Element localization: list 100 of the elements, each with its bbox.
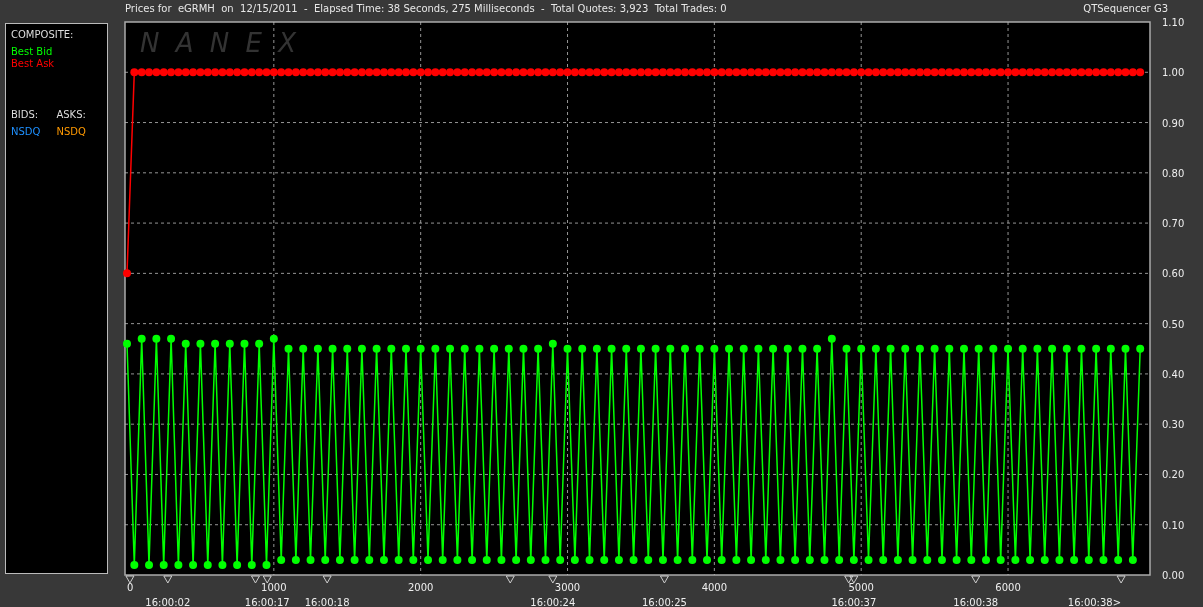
- data-point: [820, 68, 829, 77]
- data-point: [1070, 68, 1079, 77]
- data-point: [945, 344, 954, 353]
- data-point: [622, 344, 631, 353]
- data-point: [857, 344, 866, 353]
- data-point: [930, 68, 939, 77]
- data-point: [754, 68, 763, 77]
- x-tick-label: 4000: [701, 582, 728, 593]
- data-point: [937, 68, 946, 77]
- data-point: [578, 344, 587, 353]
- data-point: [181, 68, 190, 77]
- x-tick-label: 1000: [261, 582, 287, 593]
- data-point: [658, 555, 667, 564]
- data-point: [203, 560, 212, 569]
- data-point: [791, 68, 800, 77]
- data-point: [123, 339, 131, 348]
- data-point: [1114, 555, 1123, 564]
- data-point: [269, 334, 278, 343]
- data-point: [306, 68, 315, 77]
- time-marker-icon: [322, 575, 332, 584]
- data-point: [1077, 68, 1086, 77]
- legend-heading: BIDS:: [11, 109, 40, 120]
- data-point: [145, 560, 154, 569]
- y-tick-label: 0.20: [1162, 469, 1185, 481]
- data-point: [1136, 68, 1145, 77]
- data-point: [255, 339, 264, 348]
- data-point: [717, 555, 726, 564]
- data-point: [651, 68, 660, 77]
- data-point: [849, 68, 858, 77]
- y-tick-label: 1.10: [1162, 17, 1185, 28]
- data-point: [556, 68, 565, 77]
- data-point: [1092, 344, 1101, 353]
- data-point: [1018, 344, 1027, 353]
- data-point: [570, 68, 579, 77]
- data-point: [534, 344, 543, 353]
- legend-entry: Best Bid: [11, 46, 54, 57]
- data-point: [291, 68, 300, 77]
- data-point: [541, 555, 550, 564]
- data-point: [666, 344, 675, 353]
- data-point: [196, 68, 205, 77]
- legend-entry: NSDQ: [11, 126, 41, 137]
- data-point: [167, 68, 176, 77]
- data-point: [864, 555, 873, 564]
- data-point: [1062, 68, 1071, 77]
- data-point: [431, 344, 440, 353]
- data-point: [585, 555, 594, 564]
- data-point: [783, 344, 792, 353]
- data-point: [600, 68, 609, 77]
- data-point: [842, 68, 851, 77]
- data-point: [732, 68, 741, 77]
- data-point: [1128, 555, 1137, 564]
- time-marker-icon: [262, 575, 272, 584]
- data-point: [357, 344, 366, 353]
- data-point: [952, 555, 961, 564]
- data-point: [402, 344, 410, 353]
- data-point: [416, 68, 425, 77]
- data-point: [196, 339, 205, 348]
- data-point: [365, 68, 374, 77]
- data-point: [130, 68, 139, 77]
- data-point: [827, 334, 836, 343]
- data-point: [578, 68, 587, 77]
- data-point: [284, 68, 293, 77]
- data-point: [732, 555, 741, 564]
- data-point: [967, 555, 976, 564]
- data-point: [218, 560, 227, 569]
- data-point: [945, 68, 954, 77]
- time-label: 16:00:17: [244, 597, 290, 607]
- data-point: [306, 555, 315, 564]
- data-point: [798, 344, 807, 353]
- data-point: [211, 339, 220, 348]
- x-tick-label: 5000: [848, 582, 874, 593]
- data-point: [453, 68, 462, 77]
- data-point: [651, 344, 660, 353]
- data-point: [908, 68, 917, 77]
- data-point: [893, 68, 902, 77]
- data-point: [284, 344, 293, 353]
- data-point: [534, 68, 543, 77]
- data-point: [960, 344, 968, 353]
- legend-heading: ASKS:: [56, 109, 86, 120]
- data-point: [1136, 344, 1145, 353]
- data-point: [1026, 68, 1035, 77]
- data-point: [335, 555, 344, 564]
- data-point: [739, 344, 748, 353]
- data-point: [350, 555, 359, 564]
- data-point: [923, 68, 932, 77]
- data-point: [130, 560, 139, 569]
- data-point: [805, 555, 814, 564]
- data-point: [791, 555, 800, 564]
- data-point: [600, 555, 609, 564]
- y-tick-label: 0.50: [1162, 318, 1185, 330]
- data-point: [218, 68, 227, 77]
- data-point: [262, 68, 271, 77]
- data-point: [372, 68, 381, 77]
- chart-title: Prices for eGRMH on 12/15/2011 - Elapsed Time: 38 Seconds, 275 Milliseconds - Total Quotes: 3,923 Total Trades: 0: [125, 3, 727, 14]
- data-point: [908, 555, 917, 564]
- data-point: [629, 555, 638, 564]
- data-point: [563, 344, 572, 353]
- data-point: [761, 555, 770, 564]
- data-point: [688, 555, 697, 564]
- time-marker-icon: [251, 575, 260, 584]
